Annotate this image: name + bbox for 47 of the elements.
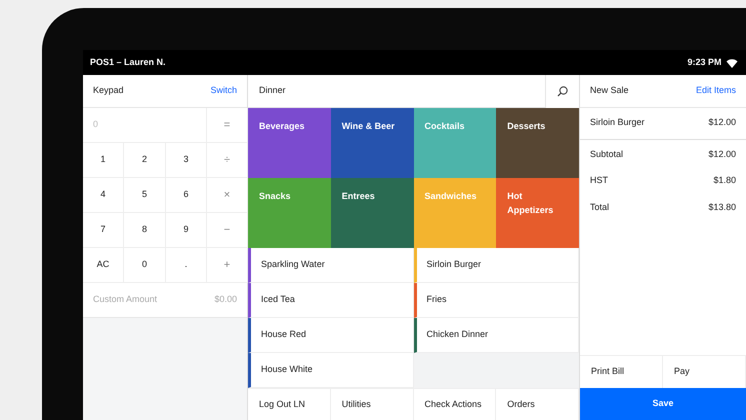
total-value: $12.00 [708, 148, 736, 160]
menu-item[interactable]: Fries [414, 283, 579, 318]
category-tile[interactable]: Beverages [248, 108, 331, 178]
line-item-price: $12.00 [708, 116, 736, 129]
nav-button[interactable]: Utilities [330, 388, 414, 420]
digit-key[interactable]: 4 [83, 178, 124, 213]
category-tile[interactable]: Hot Appetizers [496, 178, 579, 248]
digit-key[interactable]: 7 [83, 213, 124, 248]
clock-time: 9:23 PM [687, 56, 722, 69]
sale-title: New Sale [590, 84, 629, 98]
digit-key[interactable]: 9 [166, 213, 207, 248]
total-label: HST [590, 174, 608, 187]
total-value: $1.80 [713, 174, 736, 187]
save-button[interactable]: Save [580, 388, 746, 420]
amount-display: 0 [83, 108, 207, 143]
menu-item[interactable]: House Red [248, 318, 414, 353]
custom-amount-value: $0.00 [214, 293, 237, 306]
edit-items-link[interactable]: Edit Items [696, 84, 736, 98]
switch-link[interactable]: Switch [210, 84, 237, 98]
digit-key[interactable]: 1 [83, 143, 124, 178]
menu-item[interactable]: Sirloin Burger [414, 248, 579, 283]
total-label: Total [590, 200, 610, 214]
digit-key[interactable]: 8 [124, 213, 166, 248]
wifi-icon [726, 58, 738, 68]
menu-title: Dinner [258, 84, 286, 98]
digit-key[interactable]: 6 [166, 178, 207, 213]
search-icon [557, 86, 568, 96]
keypad-title: Keypad [93, 84, 124, 98]
total-value: $13.80 [708, 200, 736, 214]
digit-key[interactable]: 3 [166, 143, 207, 178]
total-label: Subtotal [590, 148, 624, 160]
menu-item[interactable]: Sparkling Water [248, 248, 414, 283]
menu-item[interactable]: Iced Tea [248, 283, 414, 318]
category-tile[interactable]: Wine & Beer [330, 108, 414, 178]
register-title: POS1 – Lauren N. [90, 56, 166, 69]
nav-button[interactable]: Log Out LN [248, 388, 331, 420]
digit-key[interactable]: 5 [124, 178, 166, 213]
custom-amount-label: Custom Amount [93, 293, 158, 306]
menu-item[interactable]: Chicken Dinner [414, 318, 579, 353]
search-button[interactable] [545, 74, 579, 108]
line-item-name: Sirloin Burger [590, 116, 645, 129]
category-tile[interactable]: Desserts [496, 108, 579, 178]
nav-button[interactable]: Check Actions [414, 388, 496, 420]
digit-key[interactable]: 2 [124, 143, 166, 178]
nav-button[interactable]: Orders [496, 388, 579, 420]
menu-item[interactable]: House White [248, 353, 414, 388]
category-tile[interactable]: Entrees [330, 178, 414, 248]
